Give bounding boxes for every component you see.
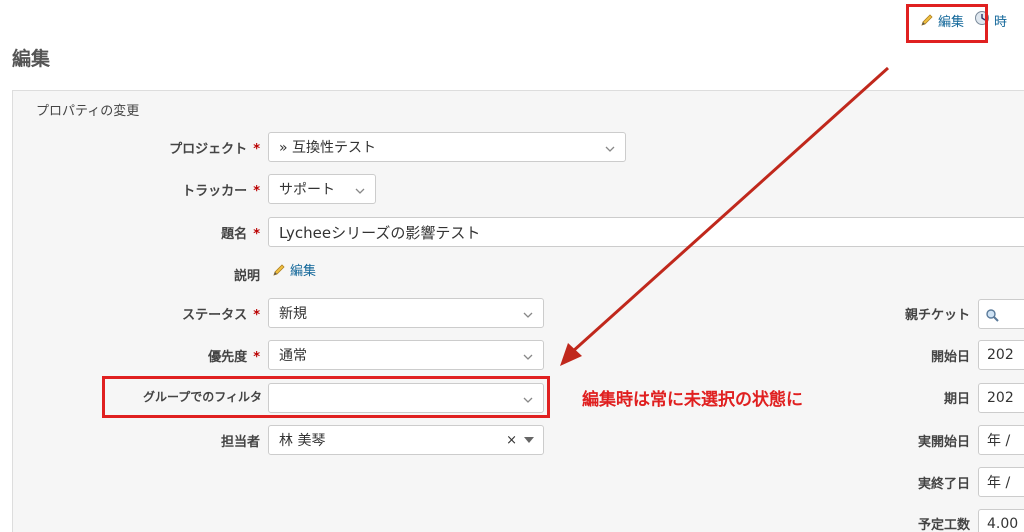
- annotation-box-edit: [906, 4, 988, 43]
- start-date-label: 開始日: [930, 350, 970, 365]
- description-edit-link[interactable]: 編集: [272, 260, 316, 279]
- status-select[interactable]: 新規: [268, 298, 544, 328]
- priority-value: 通常: [279, 348, 307, 364]
- time-link-label: 時: [994, 14, 1008, 30]
- status-label: ステータス *: [100, 304, 260, 323]
- required-mark: *: [253, 142, 260, 157]
- start-date-value: 202: [987, 347, 1014, 363]
- estimated-hours-label: 予定工数: [917, 518, 970, 532]
- chevron-down-icon: [605, 142, 615, 152]
- chevron-down-icon: [355, 184, 365, 194]
- priority-label: 優先度 *: [100, 346, 260, 365]
- required-mark: *: [253, 227, 260, 242]
- chevron-down-icon: [523, 350, 533, 360]
- search-icon: [985, 307, 999, 322]
- status-label-text: ステータス: [182, 308, 248, 323]
- description-label: 説明: [233, 269, 260, 284]
- priority-select[interactable]: 通常: [268, 340, 544, 370]
- tracker-label: トラッカー *: [100, 180, 260, 199]
- estimated-hours-input[interactable]: 4.00: [978, 509, 1024, 532]
- parent-issue-label: 親チケット: [904, 308, 970, 323]
- project-label: プロジェクト *: [100, 138, 260, 157]
- project-select[interactable]: » 互換性テスト: [268, 132, 626, 162]
- actual-end-value: 年 /: [987, 475, 1011, 491]
- required-mark: *: [253, 308, 260, 323]
- project-value: » 互換性テスト: [279, 140, 377, 156]
- actual-end-label: 実終了日: [917, 477, 970, 492]
- fieldset-legend: プロパティの変更: [34, 100, 142, 119]
- actual-start-value: 年 /: [987, 433, 1011, 449]
- description-edit-label: 編集: [290, 264, 317, 279]
- estimated-hours-value: 4.00: [987, 516, 1019, 532]
- chevron-down-icon: [523, 308, 533, 318]
- assignee-select[interactable]: 林 美琴 ×: [268, 425, 544, 455]
- subject-label: 題名 *: [100, 223, 260, 242]
- due-date-input[interactable]: 202: [978, 383, 1024, 413]
- caret-down-icon: [524, 437, 534, 443]
- tracker-value: サポート: [279, 182, 335, 198]
- page-title: 編集: [12, 48, 51, 70]
- subject-input[interactable]: Lycheeシリーズの影響テスト: [268, 217, 1024, 247]
- start-date-input[interactable]: 202: [978, 340, 1024, 370]
- project-label-text: プロジェクト: [169, 142, 248, 157]
- priority-label-text: 優先度: [208, 350, 248, 365]
- annotation-box-group-filter: [102, 376, 550, 418]
- annotation-text: 編集時は常に未選択の状態に: [582, 390, 803, 410]
- pencil-icon: [272, 263, 286, 277]
- status-value: 新規: [279, 306, 307, 322]
- assignee-value: 林 美琴: [279, 433, 326, 449]
- required-mark: *: [253, 350, 260, 365]
- tracker-label-text: トラッカー: [182, 184, 248, 199]
- actual-start-label: 実開始日: [917, 435, 970, 450]
- actual-start-input[interactable]: 年 /: [978, 425, 1024, 455]
- due-date-value: 202: [987, 390, 1014, 406]
- subject-label-text: 題名: [221, 227, 248, 242]
- tracker-select[interactable]: サポート: [268, 174, 376, 204]
- actual-end-input[interactable]: 年 /: [978, 467, 1024, 497]
- clear-icon[interactable]: ×: [506, 433, 517, 448]
- parent-issue-input[interactable]: [978, 299, 1024, 329]
- due-date-label: 期日: [943, 392, 970, 407]
- subject-value: Lycheeシリーズの影響テスト: [279, 223, 481, 242]
- required-mark: *: [253, 184, 260, 199]
- assignee-label: 担当者: [220, 435, 260, 450]
